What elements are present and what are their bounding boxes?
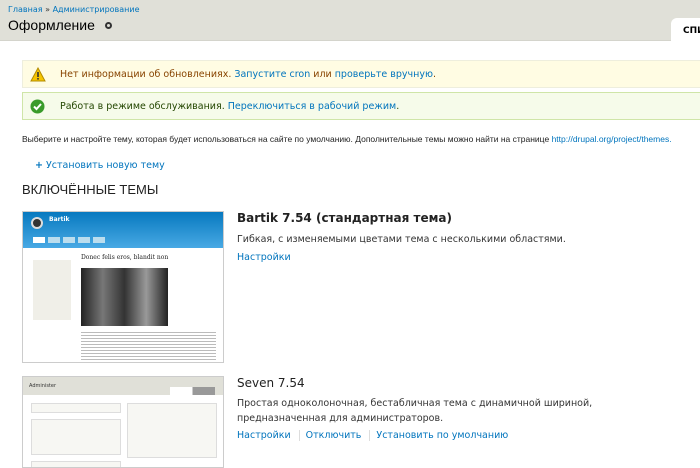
- seven-set-default-link[interactable]: Установить по умолчанию: [376, 430, 516, 441]
- install-theme-action[interactable]: + Установить новую тему: [35, 160, 165, 171]
- description-text: Выберите и настройте тему, которая будет…: [22, 134, 550, 144]
- check-icon: [30, 99, 45, 114]
- warning-or: или: [313, 69, 332, 80]
- breadcrumb-admin[interactable]: Администрирование: [53, 5, 140, 14]
- warning-text: Нет информации об обновлениях.: [60, 69, 232, 80]
- shortcut-icon[interactable]: [104, 22, 112, 29]
- theme-name: Bartik 7.54 (стандартная тема): [237, 211, 452, 225]
- thumb-site-name: Bartik: [49, 216, 70, 223]
- bartik-settings-link[interactable]: Настройки: [237, 252, 299, 263]
- warning-message: Нет информации об обновлениях. Запустите…: [22, 60, 700, 88]
- status-text: Работа в режиме обслуживания.: [60, 101, 225, 112]
- theme-links: Настройки: [237, 252, 305, 263]
- theme-description: Гибкая, с изменяемыми цветами тема с нес…: [237, 234, 566, 245]
- description: Выберите и настройте тему, которая будет…: [22, 134, 698, 145]
- enabled-themes-heading: ВКЛЮЧЁННЫЕ ТЕМЫ: [22, 182, 159, 197]
- breadcrumb: Главная » Администрирование: [8, 5, 140, 14]
- warning-end: .: [432, 69, 436, 80]
- install-theme-link[interactable]: Установить новую тему: [46, 160, 165, 171]
- status-end: .: [396, 101, 400, 112]
- thumb-admin-title: Administer: [29, 383, 57, 389]
- theme-name: Seven 7.54: [237, 376, 305, 390]
- warning-icon: [30, 67, 46, 82]
- seven-disable-link[interactable]: Отключить: [305, 430, 371, 441]
- page-title-text: Оформление: [8, 17, 95, 33]
- theme-links: Настройки Отключить Установить по умолчани…: [237, 430, 522, 441]
- page-header: Главная » Администрирование Оформление С…: [0, 0, 700, 41]
- seven-settings-link[interactable]: Настройки: [237, 430, 300, 441]
- status-message: Работа в режиме обслуживания. Переключит…: [22, 92, 700, 120]
- run-cron-link[interactable]: Запустите cron: [234, 69, 310, 80]
- page-title: Оформление: [8, 17, 112, 33]
- breadcrumb-home[interactable]: Главная: [8, 5, 43, 14]
- breadcrumb-separator: »: [45, 5, 51, 14]
- online-mode-link[interactable]: Переключиться в рабочий режим: [228, 101, 396, 112]
- thumb-headline: Donec felis eros, blandit non: [81, 254, 169, 261]
- bartik-screenshot: Bartik Donec felis eros, blandit non: [22, 211, 224, 363]
- seven-screenshot: Administer: [22, 376, 224, 468]
- drupal-themes-link[interactable]: http://drupal.org/project/themes.: [552, 134, 672, 144]
- tab-list[interactable]: СПИ: [671, 18, 700, 41]
- theme-description: Простая одноколоночная, бестабличная тем…: [237, 398, 593, 424]
- check-manually-link[interactable]: проверьте вручную: [335, 69, 433, 80]
- plus-icon: +: [35, 160, 43, 171]
